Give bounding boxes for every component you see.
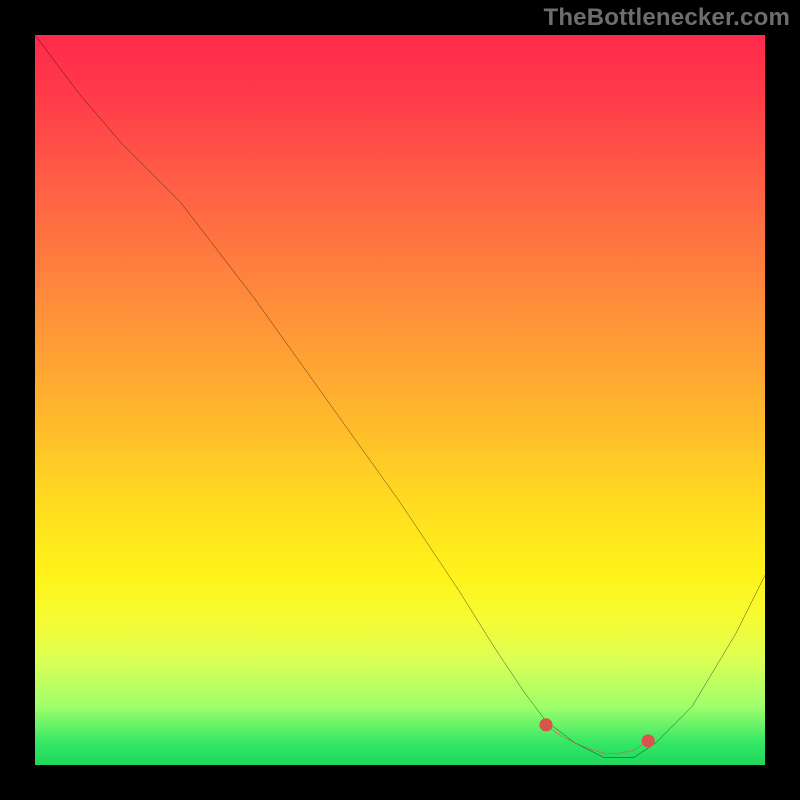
curve-layer [35, 35, 765, 765]
brand-watermark: TheBottlenecker.com [543, 4, 790, 32]
plot-area [35, 35, 765, 765]
chart-container: TheBottlenecker.com [0, 0, 800, 800]
sweet-spot-path [546, 725, 648, 753]
bottleneck-curve [35, 35, 765, 758]
sweet-spot-dot [642, 734, 655, 747]
sweet-spot-dot [539, 718, 552, 731]
sweet-spot-markers [539, 718, 654, 753]
